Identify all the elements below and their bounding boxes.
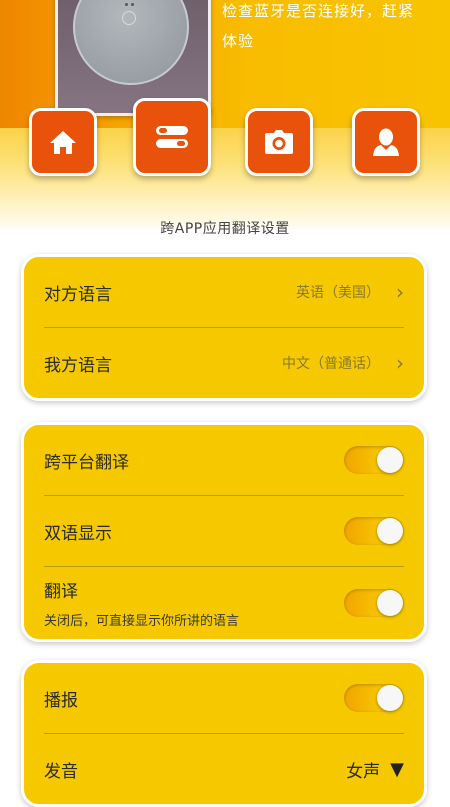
other-language-value-group: 英语（美国） › xyxy=(296,280,404,304)
translate-toggle[interactable] xyxy=(344,589,404,617)
section-caption: 跨APP应用翻译设置 xyxy=(160,221,290,237)
options-card: 跨平台翻译 双语显示 翻译 关闭后，可直接显示你所讲的语言 xyxy=(21,422,427,642)
my-language-row[interactable]: 我方语言 中文（普通话） › xyxy=(44,327,404,398)
toggle-knob xyxy=(377,685,403,711)
voice-row: 发音 女声 ▼ xyxy=(44,733,404,804)
voice-select[interactable]: 女声 ▼ xyxy=(346,757,404,782)
device-ring xyxy=(122,11,136,25)
toggle-knob xyxy=(377,447,403,473)
broadcast-row: 播报 xyxy=(44,663,404,733)
bilingual-row: 双语显示 xyxy=(44,495,404,566)
translate-text: 翻译 关闭后，可直接显示你所讲的语言 xyxy=(44,577,239,629)
toggle-knob xyxy=(377,518,403,544)
dropdown-arrow-icon: ▼ xyxy=(390,758,404,780)
cross-platform-label: 跨平台翻译 xyxy=(44,452,129,473)
translate-label: 翻译 xyxy=(44,582,78,602)
translate-row: 翻译 关闭后，可直接显示你所讲的语言 xyxy=(44,566,404,639)
language-card: 对方语言 英语（美国） › 我方语言 中文（普通话） › xyxy=(21,254,427,401)
broadcast-label: 播报 xyxy=(44,690,78,711)
toggle-knob xyxy=(377,590,403,616)
toggles-icon xyxy=(156,126,188,148)
other-language-value: 英语（美国） xyxy=(296,285,380,301)
user-icon xyxy=(373,128,399,156)
chevron-right-icon: › xyxy=(396,280,404,304)
hero-text: 检查蓝牙是否连接好，赶紧 体验 xyxy=(222,0,442,56)
my-language-label: 我方语言 xyxy=(44,355,112,376)
translate-description: 关闭后，可直接显示你所讲的语言 xyxy=(44,614,240,629)
cross-platform-toggle[interactable] xyxy=(344,446,404,474)
home-icon xyxy=(50,131,76,154)
hero-text-line1: 检查蓝牙是否连接好，赶紧 xyxy=(222,2,415,20)
nav-camera-button[interactable] xyxy=(245,108,313,176)
my-language-value-group: 中文（普通话） › xyxy=(282,351,404,375)
nav-profile-button[interactable] xyxy=(352,108,420,176)
device-disc xyxy=(73,0,189,85)
other-language-row[interactable]: 对方语言 英语（美国） › xyxy=(44,257,404,327)
my-language-value: 中文（普通话） xyxy=(282,356,380,372)
broadcast-card: 播报 发音 女声 ▼ xyxy=(21,660,427,807)
other-language-label: 对方语言 xyxy=(44,284,112,305)
nav-home-button[interactable] xyxy=(29,108,97,176)
bilingual-label: 双语显示 xyxy=(44,523,112,544)
voice-label: 发音 xyxy=(44,761,78,782)
broadcast-toggle[interactable] xyxy=(344,684,404,712)
bilingual-toggle[interactable] xyxy=(344,517,404,545)
nav-settings-button[interactable] xyxy=(133,98,211,176)
voice-value: 女声 xyxy=(346,761,381,782)
cross-platform-row: 跨平台翻译 xyxy=(44,425,404,495)
chevron-right-icon: › xyxy=(396,351,404,375)
nav-bar xyxy=(0,98,450,184)
hero-text-line2: 体验 xyxy=(222,32,255,50)
camera-icon xyxy=(265,130,293,154)
